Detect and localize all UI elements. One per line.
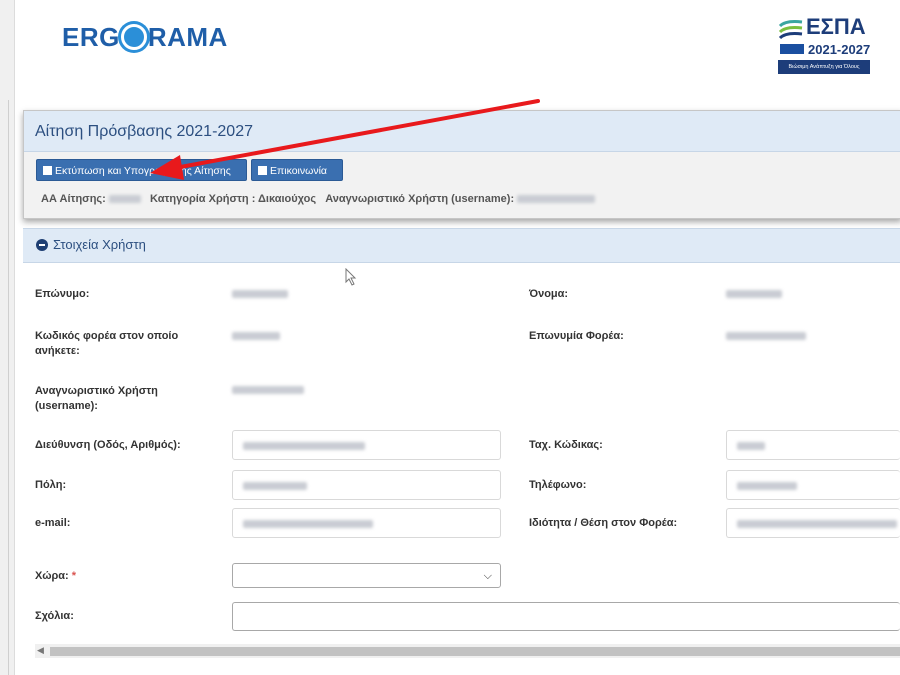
contact-button[interactable]: Επικοινωνία bbox=[251, 159, 343, 181]
city-input[interactable] bbox=[232, 470, 501, 500]
aa-value-redacted bbox=[108, 195, 141, 204]
espa-year: 2021-2027 bbox=[808, 42, 871, 57]
mouse-cursor-icon bbox=[345, 268, 357, 286]
espa-logo: ΕΣΠΑ 2021-2027 Βιώσιμη Ανάπτυξη για Όλου… bbox=[778, 14, 874, 76]
contact-label: Επικοινωνία bbox=[270, 165, 327, 177]
phone-input[interactable] bbox=[726, 470, 900, 500]
user-details-section-header[interactable]: Στοιχεία Χρήστη bbox=[23, 228, 900, 263]
ergorama-logo: ERG RAMA bbox=[62, 22, 228, 52]
comments-label: Σχόλια: bbox=[35, 610, 74, 622]
envelope-icon bbox=[258, 165, 267, 175]
username-value-redacted bbox=[517, 195, 596, 204]
horizontal-scrollbar[interactable]: ◀ bbox=[35, 644, 900, 658]
phone-label: Τηλέφωνο: bbox=[529, 479, 587, 491]
espa-waves-icon bbox=[778, 20, 803, 40]
position-input[interactable] bbox=[726, 508, 900, 538]
left-window-edge bbox=[0, 0, 15, 675]
address-input[interactable] bbox=[232, 430, 501, 460]
espa-title: ΕΣΠΑ bbox=[806, 14, 866, 39]
minus-circle-icon bbox=[36, 239, 48, 251]
application-panel: Αίτηση Πρόσβασης 2021-2027 Εκτύπωση και … bbox=[23, 110, 900, 219]
category-label: Κατηγορία Χρήστη : Δικαιούχος bbox=[150, 193, 317, 205]
country-label: Χώρα: * bbox=[35, 570, 77, 582]
postal-code-label: Ταχ. Κώδικας: bbox=[529, 439, 603, 451]
aa-label: ΑΑ Αίτησης: bbox=[41, 193, 106, 205]
org-name-value-redacted bbox=[726, 332, 806, 340]
required-asterisk: * bbox=[71, 570, 77, 582]
country-select[interactable]: ⌵ bbox=[232, 563, 501, 588]
email-input[interactable] bbox=[232, 508, 501, 538]
application-title: Αίτηση Πρόσβασης 2021-2027 bbox=[35, 123, 253, 140]
comments-textarea[interactable] bbox=[232, 602, 900, 631]
surname-value-redacted bbox=[232, 290, 288, 298]
postal-code-input[interactable] bbox=[726, 430, 900, 460]
print-sign-button[interactable]: Εκτύπωση και Υπογραφή της Αίτησης bbox=[36, 159, 247, 181]
user-username-value-redacted bbox=[232, 386, 304, 394]
org-name-label: Επωνυμία Φορέα: bbox=[529, 330, 624, 342]
espa-slogan: Βιώσιμη Ανάπτυξη για Όλους bbox=[778, 60, 870, 74]
email-label: e-mail: bbox=[35, 517, 71, 529]
eu-flag-icon bbox=[780, 44, 804, 54]
user-username-label: Αναγνωριστικό Χρήστη (username): bbox=[35, 385, 158, 412]
chevron-down-icon: ⌵ bbox=[483, 570, 492, 582]
gear-icon bbox=[120, 24, 147, 51]
org-code-value-redacted bbox=[232, 332, 280, 340]
print-sign-label: Εκτύπωση και Υπογραφή της Αίτησης bbox=[55, 165, 231, 177]
username-label: Αναγνωριστικό Χρήστη (username): bbox=[325, 193, 515, 205]
application-info-line: ΑΑ Αίτησης: Κατηγορία Χρήστη : Δικαιούχο… bbox=[41, 193, 596, 205]
scrollbar-thumb[interactable] bbox=[50, 647, 900, 656]
save-icon bbox=[43, 165, 52, 175]
name-value-redacted bbox=[726, 290, 782, 298]
org-code-label: Κωδικός φορέα στον οποίο ανήκετε: bbox=[35, 330, 179, 357]
surname-label: Επώνυμο: bbox=[35, 288, 90, 300]
application-panel-header: Αίτηση Πρόσβασης 2021-2027 bbox=[24, 111, 900, 152]
address-label: Διεύθυνση (Οδός, Αριθμός): bbox=[35, 439, 181, 451]
name-label: Όνομα: bbox=[529, 288, 569, 300]
city-label: Πόλη: bbox=[35, 479, 67, 491]
user-details-title: Στοιχεία Χρήστη bbox=[53, 237, 146, 252]
position-label: Ιδιότητα / Θέση στον Φορέα: bbox=[529, 517, 678, 529]
scroll-left-icon[interactable]: ◀ bbox=[37, 645, 44, 656]
